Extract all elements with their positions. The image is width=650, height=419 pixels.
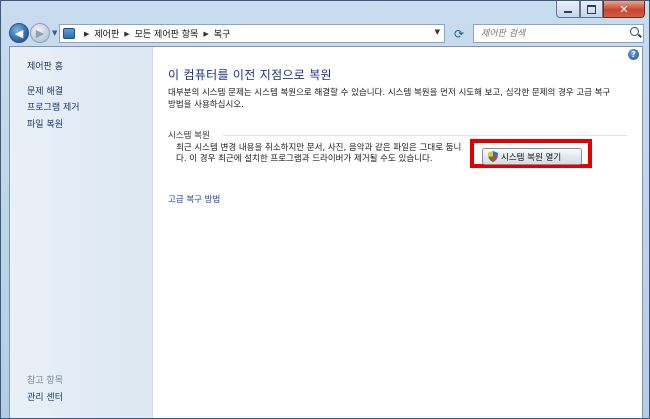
breadcrumb-recovery[interactable]: 복구 xyxy=(214,27,231,40)
control-panel-window: ✕ ◀ ▶ ▼ ▶ 제어판 ▶ 모든 제어판 항목 ▶ 복구 ▼ ⟳ 제어판 홈… xyxy=(0,0,650,419)
sidebar: 제어판 홈 문제 해결 프로그램 제거 파일 복원 참고 항목 관리 센터 xyxy=(10,47,153,418)
chevron-right-icon[interactable]: ▶ xyxy=(203,30,208,38)
refresh-button[interactable]: ⟳ xyxy=(449,24,469,43)
open-system-restore-label: 시스템 복원 열기 xyxy=(501,152,562,163)
maximize-icon xyxy=(587,4,596,14)
advanced-recovery-link[interactable]: 고급 복구 방법 xyxy=(168,193,220,205)
breadcrumb-control-panel[interactable]: 제어판 xyxy=(94,27,119,40)
page-description: 대부분의 시스템 문제는 시스템 복원으로 해결할 수 있습니다. 시스템 복원… xyxy=(168,88,611,110)
help-icon[interactable]: ? xyxy=(628,49,639,60)
search-input[interactable] xyxy=(479,28,623,40)
section-label: 시스템 복원 xyxy=(168,131,210,141)
recent-pages-dropdown[interactable]: ▼ xyxy=(52,29,57,37)
see-also-heading: 참고 항목 xyxy=(27,376,63,386)
page-title: 이 컴퓨터를 이전 지점으로 복원 xyxy=(168,68,332,82)
refresh-icon: ⟳ xyxy=(453,26,465,41)
chevron-right-icon[interactable]: ▶ xyxy=(124,30,129,38)
navigation-bar: ◀ ▶ ▼ ▶ 제어판 ▶ 모든 제어판 항목 ▶ 복구 ▼ ⟳ xyxy=(1,23,649,45)
content-area: 제어판 홈 문제 해결 프로그램 제거 파일 복원 참고 항목 관리 센터 ? … xyxy=(9,46,643,418)
maximize-button[interactable] xyxy=(580,1,603,18)
back-button[interactable]: ◀ xyxy=(9,23,29,43)
sidebar-item-file-restore[interactable]: 파일 복원 xyxy=(27,117,63,130)
address-bar[interactable]: ▶ 제어판 ▶ 모든 제어판 항목 ▶ 복구 ▼ xyxy=(59,24,445,43)
section-divider xyxy=(223,135,627,136)
search-icon[interactable] xyxy=(630,27,639,36)
address-dropdown-icon[interactable]: ▼ xyxy=(435,28,440,36)
open-system-restore-button[interactable]: 시스템 복원 열기 xyxy=(482,148,582,165)
shield-icon xyxy=(488,151,498,162)
minimize-button[interactable] xyxy=(556,1,580,18)
sidebar-item-uninstall-program[interactable]: 프로그램 제거 xyxy=(27,100,80,113)
sidebar-home-link[interactable]: 제어판 홈 xyxy=(27,59,63,72)
title-bar: ✕ xyxy=(1,1,649,21)
control-panel-icon xyxy=(63,28,75,39)
close-icon: ✕ xyxy=(619,2,629,16)
forward-button[interactable]: ▶ xyxy=(30,23,50,43)
breadcrumb-all-items[interactable]: 모든 제어판 항목 xyxy=(135,27,199,40)
search-box[interactable] xyxy=(473,24,644,43)
sidebar-item-troubleshooting[interactable]: 문제 해결 xyxy=(27,84,63,97)
main-panel: ? 이 컴퓨터를 이전 지점으로 복원 대부분의 시스템 문제는 시스템 복원으… xyxy=(153,47,642,418)
close-button[interactable]: ✕ xyxy=(603,1,645,18)
window-controls: ✕ xyxy=(556,1,645,18)
minimize-icon xyxy=(564,11,572,13)
sidebar-item-action-center[interactable]: 관리 센터 xyxy=(27,390,63,403)
section-description: 최근 시스템 변경 내용을 취소하지만 문서, 사진, 음악과 같은 파일은 그… xyxy=(176,143,462,164)
chevron-right-icon[interactable]: ▶ xyxy=(84,30,89,38)
